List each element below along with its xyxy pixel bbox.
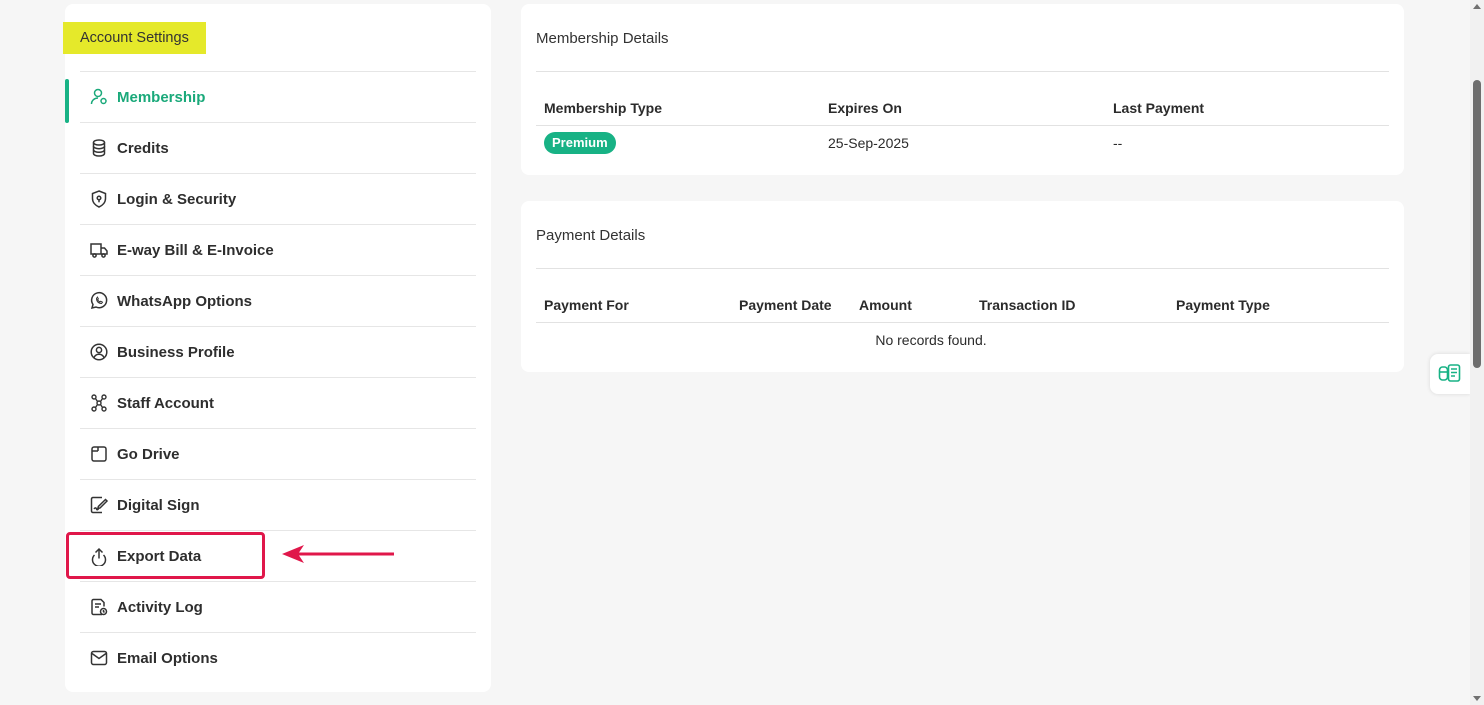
sidebar-item-membership[interactable]: Membership bbox=[80, 71, 476, 122]
coins-icon bbox=[89, 138, 109, 158]
sidebar-item-label: WhatsApp Options bbox=[117, 292, 252, 310]
staff-network-icon bbox=[89, 393, 109, 413]
sidebar-item-credits[interactable]: Credits bbox=[80, 122, 476, 173]
scroll-down-arrow-icon[interactable] bbox=[1473, 696, 1481, 701]
settings-sidebar: Account Settings Membership Credits Logi… bbox=[63, 4, 491, 692]
membership-card-title: Membership Details bbox=[536, 30, 669, 47]
annotation-highlight-box bbox=[66, 532, 265, 579]
sidebar-item-whatsapp[interactable]: WhatsApp Options bbox=[80, 275, 476, 326]
column-header-membership-type: Membership Type bbox=[544, 100, 662, 116]
membership-type-badge: Premium bbox=[544, 132, 616, 154]
payment-card-title: Payment Details bbox=[536, 227, 646, 244]
mail-icon bbox=[89, 648, 109, 668]
folder-icon bbox=[89, 444, 109, 464]
sidebar-item-go-drive[interactable]: Go Drive bbox=[80, 428, 476, 479]
column-header-last-payment: Last Payment bbox=[1113, 100, 1205, 116]
column-header-transaction-id: Transaction ID bbox=[979, 297, 1076, 313]
whatsapp-icon bbox=[89, 291, 109, 311]
sidebar-item-label: Email Options bbox=[117, 649, 218, 667]
chat-document-icon bbox=[1438, 364, 1461, 382]
sidebar-item-label: Credits bbox=[117, 139, 169, 157]
user-membership-icon bbox=[89, 87, 109, 107]
sidebar-item-label: Digital Sign bbox=[117, 496, 200, 514]
sidebar-item-digital-sign[interactable]: Digital Sign bbox=[80, 479, 476, 530]
empty-state-message: No records found. bbox=[875, 332, 987, 348]
signature-icon bbox=[89, 495, 109, 515]
sidebar-title: Account Settings bbox=[63, 22, 206, 54]
column-header-payment-for: Payment For bbox=[544, 297, 629, 313]
sidebar-menu: Membership Credits Login & Security E-wa… bbox=[80, 71, 476, 683]
sidebar-item-label: E-way Bill & E-Invoice bbox=[117, 241, 274, 259]
last-payment-value: -- bbox=[1113, 135, 1123, 151]
truck-icon bbox=[89, 240, 109, 260]
sidebar-item-label: Go Drive bbox=[117, 445, 180, 463]
table-header-divider bbox=[536, 322, 1389, 323]
payment-details-card: Payment Details Payment For Payment Date… bbox=[521, 201, 1404, 372]
column-header-amount: Amount bbox=[859, 297, 912, 313]
membership-details-card: Membership Details Membership Type Expir… bbox=[521, 4, 1404, 175]
scrollbar-thumb[interactable] bbox=[1473, 80, 1481, 368]
column-header-payment-date: Payment Date bbox=[739, 297, 832, 313]
column-header-payment-type: Payment Type bbox=[1176, 297, 1270, 313]
sidebar-item-staff-account[interactable]: Staff Account bbox=[80, 377, 476, 428]
sidebar-item-email-options[interactable]: Email Options bbox=[80, 632, 476, 683]
active-indicator bbox=[65, 79, 69, 123]
scroll-up-arrow-icon[interactable] bbox=[1473, 4, 1481, 9]
sidebar-item-label: Staff Account bbox=[117, 394, 214, 412]
annotation-arrow-icon bbox=[282, 545, 394, 563]
expires-on-value: 25-Sep-2025 bbox=[828, 135, 909, 151]
sidebar-item-business-profile[interactable]: Business Profile bbox=[80, 326, 476, 377]
log-file-icon bbox=[89, 597, 109, 617]
sidebar-item-activity-log[interactable]: Activity Log bbox=[80, 581, 476, 632]
divider bbox=[536, 268, 1389, 269]
column-header-expires-on: Expires On bbox=[828, 100, 902, 116]
quick-help-widget-button[interactable] bbox=[1430, 354, 1470, 394]
user-circle-icon bbox=[89, 342, 109, 362]
sidebar-item-label: Membership bbox=[117, 88, 206, 106]
divider bbox=[536, 71, 1389, 72]
vertical-scrollbar[interactable] bbox=[1470, 0, 1484, 705]
sidebar-item-label: Activity Log bbox=[117, 598, 203, 616]
sidebar-item-label: Login & Security bbox=[117, 190, 237, 208]
sidebar-item-eway-bill[interactable]: E-way Bill & E-Invoice bbox=[80, 224, 476, 275]
shield-icon bbox=[89, 189, 109, 209]
table-header-divider bbox=[536, 125, 1389, 126]
sidebar-item-login-security[interactable]: Login & Security bbox=[80, 173, 476, 224]
sidebar-item-label: Business Profile bbox=[117, 343, 235, 361]
